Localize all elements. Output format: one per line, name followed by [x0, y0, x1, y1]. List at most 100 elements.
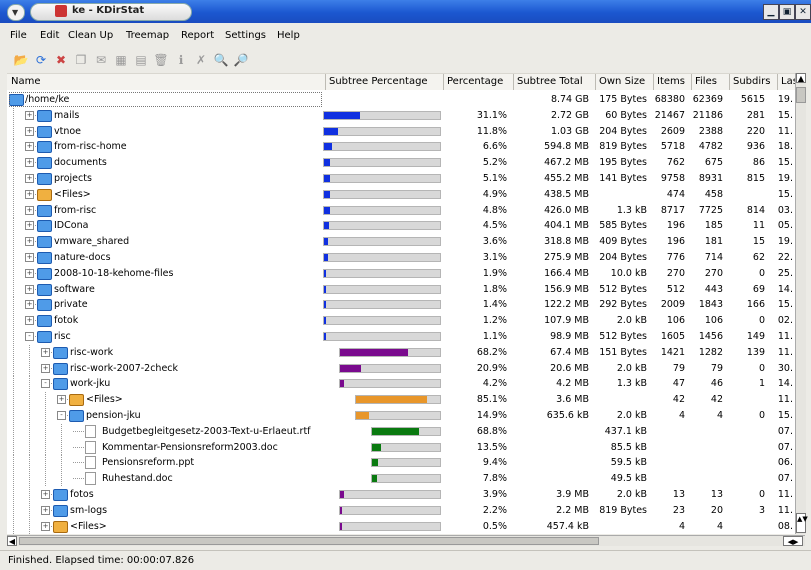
- mail-icon[interactable]: ✉: [92, 51, 110, 69]
- tree-row[interactable]: - risc 1.1% 98.9 MB 512 Bytes 1605 1456 149 11.: [7, 329, 795, 344]
- tree-guide-line: [13, 202, 14, 218]
- expand-icon[interactable]: +: [41, 521, 50, 531]
- cell-items: 4: [678, 410, 685, 421]
- refresh-icon[interactable]: ⟳: [32, 51, 50, 69]
- title-bar[interactable]: ▼ ke - KDirStat ▁ ▣ ✕: [0, 0, 811, 23]
- expand-icon[interactable]: +: [25, 300, 34, 310]
- compress-icon[interactable]: ▦: [112, 51, 130, 69]
- col-files[interactable]: Files: [691, 74, 730, 90]
- collapse-icon[interactable]: -: [41, 379, 50, 389]
- expand-icon[interactable]: +: [57, 395, 66, 405]
- tree-row[interactable]: Pensionsreform.ppt 9.4% 59.5 kB 06.: [7, 455, 795, 471]
- horizontal-scrollbar[interactable]: ◀ ◀▶: [7, 535, 805, 546]
- menu-clean-up[interactable]: Clean Up: [68, 30, 113, 41]
- expand-icon[interactable]: +: [25, 237, 34, 247]
- tree-row[interactable]: Ruhestand.doc 7.8% 49.5 kB 07.: [7, 471, 795, 487]
- tree-row[interactable]: + <Files> 4.9% 438.5 MB 474 458 15.: [7, 186, 795, 202]
- scroll-up-icon[interactable]: ▲: [796, 73, 806, 83]
- tree-row[interactable]: + IDCona 4.5% 404.1 MB 585 Bytes 196 185 11 05.: [7, 218, 795, 234]
- expand-icon[interactable]: +: [25, 158, 34, 168]
- tree-row[interactable]: + documents 5.2% 467.2 MB 195 Bytes 762 675 86 1…: [7, 155, 795, 171]
- print-icon[interactable]: ▤: [132, 51, 150, 69]
- expand-icon[interactable]: +: [25, 142, 34, 152]
- tree-row[interactable]: + vmware_shared 3.6% 318.8 MB 409 Bytes 196 18…: [7, 234, 795, 250]
- menu-settings[interactable]: Settings: [225, 30, 266, 41]
- tree-guide-line: [13, 376, 14, 392]
- tree-row[interactable]: + fotok 1.2% 107.9 MB 2.0 kB 106 106 0 02.: [7, 313, 795, 329]
- menu-treemap[interactable]: Treemap: [126, 30, 169, 41]
- expand-icon[interactable]: +: [41, 363, 50, 373]
- tree-row[interactable]: + nature-docs 3.1% 275.9 MB 204 Bytes 776 714 6…: [7, 250, 795, 265]
- expand-icon[interactable]: +: [25, 221, 34, 231]
- col-own-size[interactable]: Own Size: [595, 74, 654, 90]
- tree-row[interactable]: +2008-10-18-kehome-files 1.9% 166.4 MB 10.0…: [7, 265, 795, 281]
- collapse-icon[interactable]: -: [25, 332, 34, 341]
- menu-report[interactable]: Report: [181, 30, 214, 41]
- expand-icon[interactable]: +: [41, 490, 50, 499]
- col-subdirs[interactable]: Subdirs: [729, 74, 778, 90]
- tree-row[interactable]: + risc-work-2007-2check 20.9% 20.6 MB 2.0 kB…: [7, 360, 795, 376]
- file-icon: [85, 440, 96, 454]
- tree-row[interactable]: + <Files> 0.5% 457.4 kB 4 4 08.: [7, 518, 795, 534]
- info-icon[interactable]: ℹ: [172, 51, 190, 69]
- expand-icon[interactable]: +: [41, 505, 50, 515]
- menu-help[interactable]: Help: [277, 30, 300, 41]
- tree-row[interactable]: + mails 31.1% 2.72 GB 60 Bytes 21467 21186 281 1…: [7, 107, 795, 123]
- tree-row[interactable]: + sm-logs 2.2% 2.2 MB 819 Bytes 23 20 3 11.: [7, 502, 795, 518]
- close-button[interactable]: ✕: [795, 4, 811, 20]
- tree-row[interactable]: + projects 5.1% 455.2 MB 141 Bytes 9758 8931 81…: [7, 171, 795, 186]
- tree-row[interactable]: Budgetbegleitgesetz-2003-Text-u-Erlaeut.…: [7, 423, 795, 439]
- col-percentage[interactable]: Percentage: [443, 74, 514, 90]
- tree-row[interactable]: + vtnoe 11.8% 1.03 GB 204 Bytes 2609 2388 220 11…: [7, 123, 795, 139]
- scroll-updown-icon[interactable]: ▲▼: [796, 513, 808, 533]
- expand-icon[interactable]: +: [25, 110, 34, 120]
- trash-icon[interactable]: 🗑: [152, 51, 170, 69]
- tree-row[interactable]: Kommentar-Pensionsreform2003.doc 13.5% 85.…: [7, 439, 795, 455]
- scroll-leftright-icon[interactable]: ◀▶: [783, 536, 803, 546]
- menu-file[interactable]: File: [10, 30, 27, 41]
- col-subtree-total[interactable]: Subtree Total: [513, 74, 596, 90]
- expand-icon[interactable]: +: [25, 268, 34, 278]
- delete-icon[interactable]: ✗: [192, 51, 210, 69]
- tree-row[interactable]: + from-risc-home 6.6% 594.8 MB 819 Bytes 5718…: [7, 139, 795, 155]
- vertical-scrollbar[interactable]: ▲ ▲▼: [795, 73, 808, 534]
- open-folder-icon[interactable]: 📂: [12, 51, 30, 69]
- col-subtree-percentage[interactable]: Subtree Percentage: [325, 74, 444, 90]
- minimize-button[interactable]: ▁: [763, 4, 779, 20]
- maximize-button[interactable]: ▣: [779, 4, 795, 20]
- stop-icon[interactable]: ✖: [52, 51, 70, 69]
- window-menu-button[interactable]: ▼: [7, 4, 25, 21]
- tree-row[interactable]: + fotos 3.9% 3.9 MB 2.0 kB 13 13 0 11.: [7, 487, 795, 502]
- expand-icon[interactable]: +: [41, 347, 50, 357]
- expand-icon[interactable]: +: [25, 174, 34, 183]
- vertical-scroll-thumb[interactable]: [796, 87, 806, 103]
- tree-row[interactable]: + risc-work 68.2% 67.4 MB 151 Bytes 1421 1282 1…: [7, 344, 795, 360]
- percentage-bar-fill: [340, 491, 344, 498]
- tree-row[interactable]: /home/ke 8.74 GB 175 Bytes 68380 62369 5615 19…: [7, 92, 795, 107]
- folder-icon: [37, 204, 52, 217]
- zoom-in-icon[interactable]: 🔍: [212, 51, 230, 69]
- copy-icon[interactable]: ❐: [72, 51, 90, 69]
- expand-icon[interactable]: +: [25, 284, 34, 294]
- percentage-bar-fill: [372, 475, 378, 483]
- expand-icon[interactable]: +: [25, 189, 34, 199]
- tree-row[interactable]: + private 1.4% 122.2 MB 292 Bytes 2009 1843 166…: [7, 297, 795, 313]
- tree-row[interactable]: - work-jku 4.2% 4.2 MB 1.3 kB 47 46 1 14.: [7, 376, 795, 392]
- expand-icon[interactable]: +: [25, 253, 34, 262]
- col-items[interactable]: Items: [653, 74, 692, 90]
- col-name[interactable]: Name: [7, 74, 326, 90]
- horizontal-scroll-thumb[interactable]: [19, 537, 599, 545]
- tree-item-name: from-risc-home: [54, 141, 127, 153]
- tree-row[interactable]: + software 1.8% 156.9 MB 512 Bytes 512 443 69 14…: [7, 281, 795, 297]
- scroll-left-icon[interactable]: ◀: [7, 536, 17, 546]
- expand-icon[interactable]: +: [25, 316, 34, 326]
- zoom-out-icon[interactable]: 🔎: [232, 51, 250, 69]
- collapse-icon[interactable]: -: [57, 411, 66, 420]
- percentage-bar-fill: [340, 364, 361, 372]
- expand-icon[interactable]: +: [25, 126, 34, 136]
- expand-icon[interactable]: +: [25, 205, 34, 215]
- menu-edit[interactable]: Edit: [40, 30, 59, 41]
- tree-row[interactable]: + from-risc 4.8% 426.0 MB 1.3 kB 8717 7725 814 0…: [7, 202, 795, 218]
- tree-row[interactable]: + <Files> 85.1% 3.6 MB 42 42 11.: [7, 392, 795, 408]
- tree-row[interactable]: - pension-jku 14.9% 635.6 kB 2.0 kB 4 4 0 15.: [7, 408, 795, 423]
